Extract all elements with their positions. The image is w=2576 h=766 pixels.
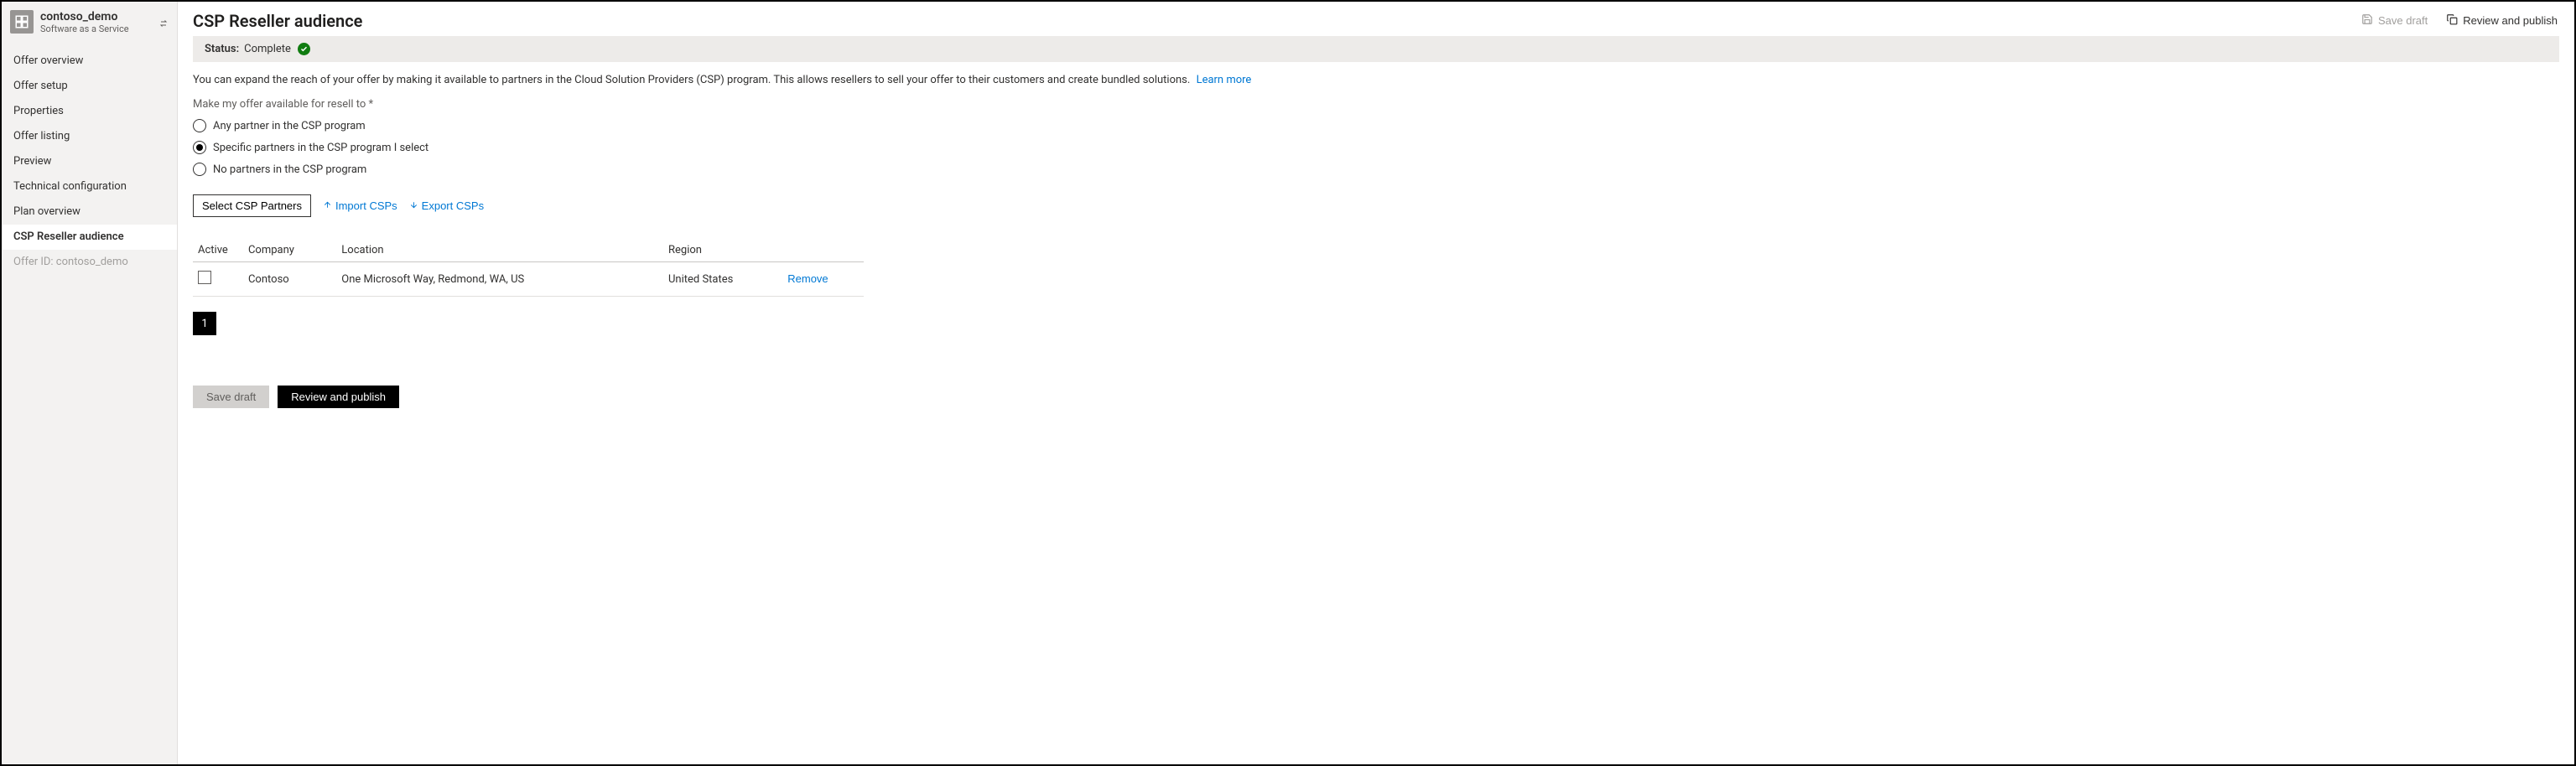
nav-offer-id: Offer ID: contoso_demo [2,250,177,275]
sidebar-header: contoso_demo Software as a Service [2,5,177,44]
import-csps-label: Import CSPs [335,199,397,212]
publish-icon [2446,13,2458,28]
nav-preview[interactable]: Preview [2,149,177,174]
upload-icon [323,199,332,212]
page-1-button[interactable]: 1 [193,312,216,335]
resell-radio-group: Any partner in the CSP program Specific … [193,119,2559,176]
select-csp-partners-button[interactable]: Select CSP Partners [193,194,311,217]
row-location: One Microsoft Way, Redmond, WA, US [341,262,668,297]
import-csps-button[interactable]: Import CSPs [323,199,397,212]
export-csps-label: Export CSPs [422,199,484,212]
swap-icon[interactable] [158,18,169,32]
learn-more-link[interactable]: Learn more [1197,74,1252,86]
radio-icon [193,163,206,176]
radio-no-partners-label: No partners in the CSP program [213,163,366,176]
nav-plan-overview[interactable]: Plan overview [2,199,177,225]
review-publish-top-button[interactable]: Review and publish [2444,10,2559,31]
save-draft-icon [2361,13,2373,28]
row-active-checkbox[interactable] [198,271,211,284]
pagination: 1 [193,312,864,335]
status-label: Status: [205,43,239,55]
radio-icon [193,141,206,154]
intro-body: You can expand the reach of your offer b… [193,74,1190,86]
sidebar-nav: Offer overview Offer setup Properties Of… [2,49,177,275]
radio-specific-partners[interactable]: Specific partners in the CSP program I s… [193,141,2559,154]
nav-offer-setup[interactable]: Offer setup [2,74,177,99]
row-company: Contoso [248,262,341,297]
save-draft-bottom-button: Save draft [193,386,269,408]
sidebar-subtitle: Software as a Service [40,23,129,35]
nav-csp-reseller-audience[interactable]: CSP Reseller audience [2,225,177,250]
col-location: Location [341,239,668,262]
resell-label: Make my offer available for resell to * [193,98,2559,111]
save-draft-top-label: Save draft [2378,14,2428,27]
row-remove-button[interactable]: Remove [787,272,828,285]
col-active: Active [193,239,248,262]
radio-any-partner[interactable]: Any partner in the CSP program [193,119,2559,132]
nav-properties[interactable]: Properties [2,99,177,124]
nav-offer-overview[interactable]: Offer overview [2,49,177,74]
status-bar: Status: Complete [193,36,2559,62]
col-company: Company [248,239,341,262]
radio-no-partners[interactable]: No partners in the CSP program [193,163,2559,176]
export-csps-button[interactable]: Export CSPs [409,199,484,212]
product-logo-icon [10,10,34,34]
download-icon [409,199,418,212]
sidebar-title: contoso_demo [40,10,129,23]
review-publish-bottom-button[interactable]: Review and publish [278,386,399,408]
page-title: CSP Reseller audience [193,11,362,31]
radio-any-partner-label: Any partner in the CSP program [213,120,366,132]
radio-specific-partners-label: Specific partners in the CSP program I s… [213,142,428,154]
table-row: Contoso One Microsoft Way, Redmond, WA, … [193,262,864,297]
csp-partners-table: Active Company Location Region Contoso O… [193,239,864,297]
col-region: Region [668,239,787,262]
review-publish-top-label: Review and publish [2463,14,2558,27]
save-draft-top-button: Save draft [2360,10,2429,31]
intro-text: You can expand the reach of your offer b… [193,74,2559,86]
main-content: CSP Reseller audience Save draft [178,2,2574,764]
nav-technical-configuration[interactable]: Technical configuration [2,174,177,199]
row-region: United States [668,262,787,297]
status-complete-icon [298,43,310,55]
radio-icon [193,119,206,132]
status-value: Complete [244,43,291,55]
nav-offer-listing[interactable]: Offer listing [2,124,177,149]
sidebar: contoso_demo Software as a Service Offer… [2,2,178,764]
